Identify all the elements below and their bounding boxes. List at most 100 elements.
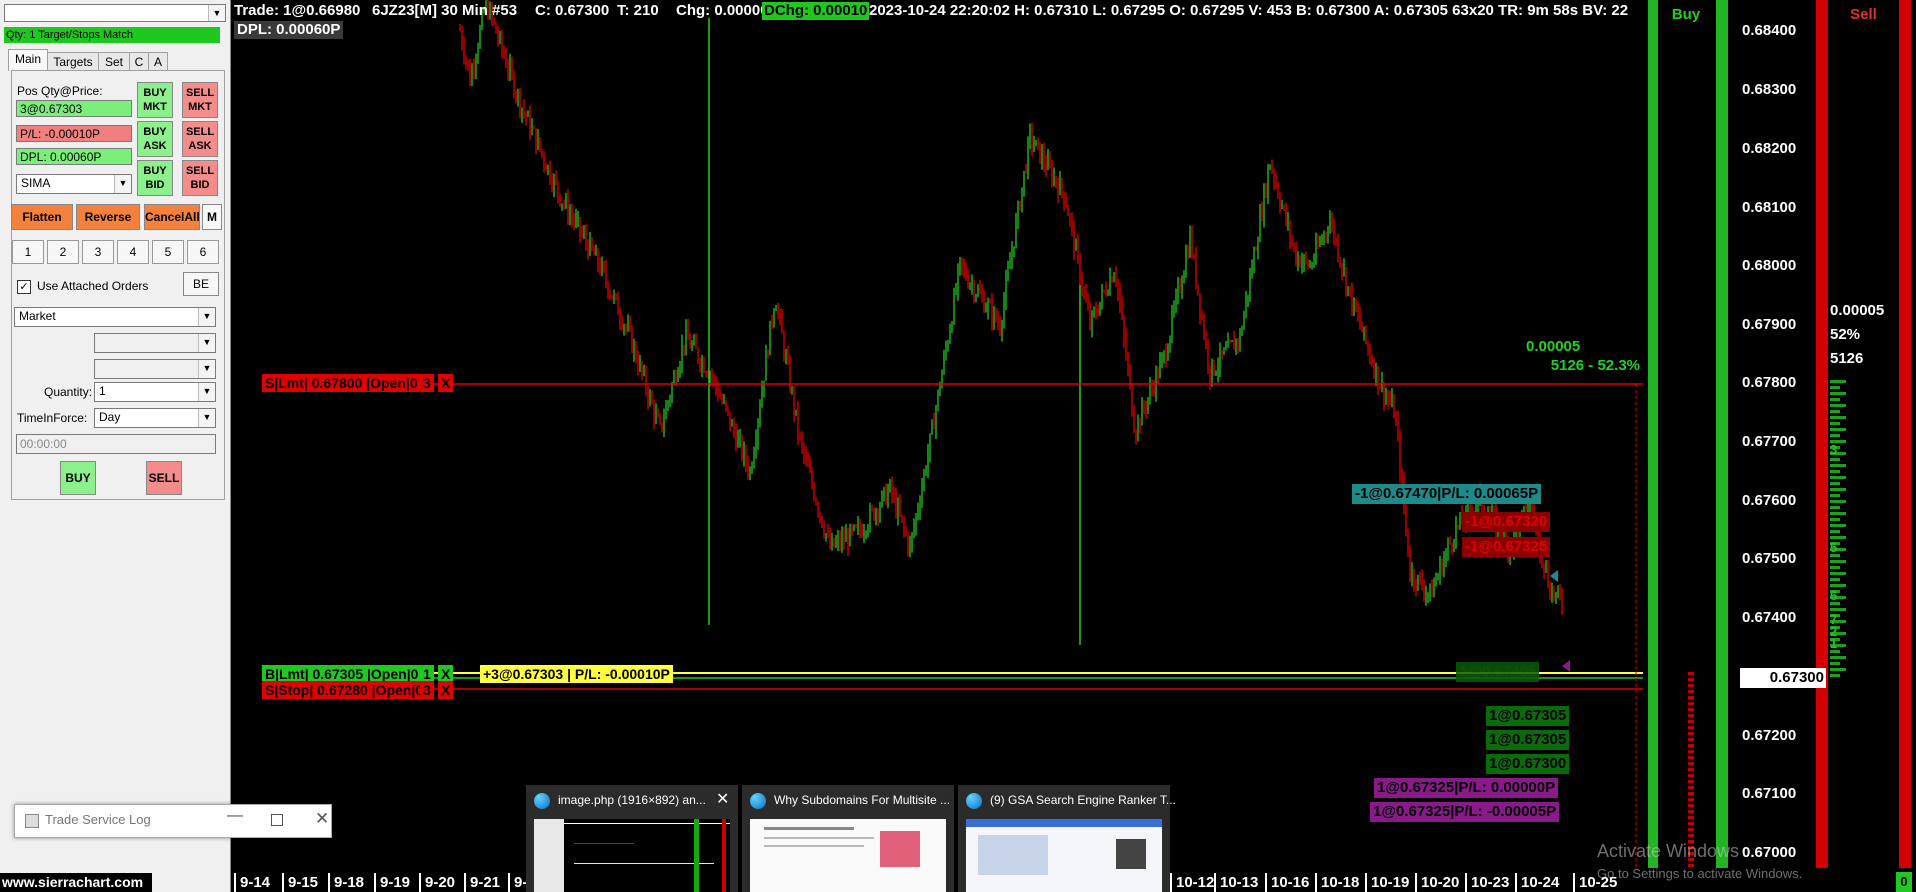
- dom-volume-tick: [1688, 786, 1694, 789]
- order-type-combo[interactable]: Market ▼: [14, 307, 216, 327]
- dom-volume-tick: [1830, 380, 1846, 383]
- x-tick: 10-13: [1214, 873, 1263, 892]
- qty-preset-5-button[interactable]: 5: [152, 240, 184, 264]
- reverse-button[interactable]: Reverse: [76, 204, 140, 230]
- tif-combo[interactable]: Day ▼: [94, 408, 216, 428]
- current-price-marker: 0.67300: [1740, 668, 1826, 688]
- sell-stop-cancel-button[interactable]: X: [438, 681, 454, 699]
- dom-volume-tick: [1830, 572, 1846, 575]
- dom-volume-tick: [1830, 416, 1846, 419]
- y-tick: 0.67500: [1742, 550, 1797, 567]
- buy-bid-button[interactable]: BUY BID: [137, 160, 173, 196]
- dom-percent-value: 52%: [1830, 326, 1861, 343]
- taskbar-preview-1[interactable]: image.php (1916×892) an... ✕: [526, 785, 738, 892]
- activate-windows-title: Activate Windows: [1597, 841, 1740, 861]
- fill-tag-red-1: -1@0.67320: [1462, 512, 1551, 532]
- dom-volume-digit: 3: [1830, 442, 1838, 457]
- buy-ask-button[interactable]: BUY ASK: [137, 121, 173, 157]
- account-combo[interactable]: SIMA ▼: [16, 174, 132, 194]
- m-button[interactable]: M: [202, 204, 222, 230]
- sell-market-button[interactable]: SELL MKT: [182, 82, 218, 118]
- header-symbol: 6JZ23[M] 30 Min #53: [372, 2, 518, 19]
- quantity-label: Quantity:: [44, 385, 93, 399]
- target-stops-status: Qty: 1 Target/Stops Match: [4, 27, 220, 43]
- fill-tag-green-3: 1@0.67300: [1486, 754, 1570, 774]
- taskbar-preview-3[interactable]: (9) GSA Search Engine Ranker T...: [958, 785, 1176, 892]
- x-tick: 10-12: [1170, 873, 1219, 892]
- edge-icon: [966, 793, 982, 809]
- fill-tag-green-1: 1@0.67305: [1486, 706, 1570, 726]
- dom-volume-tick: [1688, 834, 1694, 837]
- dom-volume-tick: [1830, 488, 1846, 491]
- tab-c[interactable]: C: [129, 52, 149, 71]
- tab-targets[interactable]: Targets: [47, 52, 99, 71]
- price-combo-2[interactable]: ▼: [94, 359, 216, 379]
- dom-volume-tick: [1688, 744, 1694, 747]
- dom-volume-tick: [1688, 708, 1694, 711]
- dom-volume-tick: [1830, 422, 1840, 425]
- qty-preset-2-button[interactable]: 2: [47, 240, 79, 264]
- tab-main[interactable]: Main: [8, 49, 48, 71]
- use-attached-orders-label: Use Attached Orders: [37, 279, 149, 293]
- price-chart[interactable]: Trade: 1@0.66980 6JZ23[M] 30 Min #53 C: …: [232, 0, 1643, 870]
- log-window-icon: [25, 814, 39, 828]
- quantity-combo[interactable]: 1 ▼: [94, 382, 216, 402]
- be-button[interactable]: BE: [183, 272, 219, 296]
- sell-limit-order-label[interactable]: S|Lmt| 0.67800 |Open|0: [262, 374, 421, 392]
- qty-preset-4-button[interactable]: 4: [117, 240, 149, 264]
- dom-volume-tick: [1688, 810, 1694, 813]
- cancel-all-button[interactable]: CancelAll: [144, 204, 200, 230]
- sell-ask-button[interactable]: SELL ASK: [182, 121, 218, 157]
- time-field[interactable]: 00:00:00: [16, 434, 216, 454]
- dom-volume-tick: [1688, 804, 1694, 807]
- dom-volume-tick: [1830, 392, 1846, 395]
- buy-column-edge: [1716, 0, 1728, 868]
- sell-limit-cancel-button[interactable]: X: [438, 374, 454, 392]
- sell-limit-qty[interactable]: 3: [420, 374, 434, 392]
- buy-market-button[interactable]: BUY MKT: [137, 82, 173, 118]
- tab-set[interactable]: Set: [98, 52, 130, 71]
- qty-preset-1-button[interactable]: 1: [12, 240, 44, 264]
- x-tick: 9-18: [328, 873, 369, 892]
- sell-stop-qty[interactable]: 3: [420, 681, 434, 699]
- sell-stop-order-label[interactable]: S|Stop| 0.67280 |Open|0: [262, 681, 427, 699]
- dom-volume-tick: [1688, 762, 1694, 765]
- pos-qty-label: Pos Qty@Price:: [17, 84, 103, 98]
- dom-volume-tick: [1830, 674, 1840, 677]
- taskbar-preview-2-title: Why Subdomains For Multisite ...: [774, 793, 951, 807]
- dom-volume-tick: [1688, 684, 1694, 687]
- chevron-down-icon: ▼: [198, 409, 215, 427]
- dom-volume-tick: [1830, 578, 1840, 581]
- sell-column-edge: [1816, 0, 1828, 868]
- symbol-combo[interactable]: ▼: [4, 4, 226, 22]
- qty-preset-3-button[interactable]: 3: [82, 240, 114, 264]
- dom-count-value: 5126: [1830, 350, 1864, 367]
- dom-volume-tick: [1688, 822, 1694, 825]
- flatten-button[interactable]: Flatten: [11, 204, 73, 230]
- y-tick: 0.67800: [1742, 374, 1797, 391]
- fill-tag-red-2: -1@0.67325: [1462, 537, 1551, 557]
- edge-icon: [750, 793, 766, 809]
- dom-volume-tick: [1688, 792, 1694, 795]
- chevron-down-icon: ▼: [198, 360, 215, 378]
- y-tick: 0.68300: [1742, 81, 1797, 98]
- dom-volume-tick: [1688, 720, 1694, 723]
- chevron-down-icon: ▼: [208, 5, 225, 21]
- qty-preset-6-button[interactable]: 6: [187, 240, 219, 264]
- sell-bid-button[interactable]: SELL BID: [182, 160, 218, 196]
- header-daily-change: DChg: 0.00010: [762, 2, 870, 20]
- taskbar-preview-2[interactable]: Why Subdomains For Multisite ...: [742, 785, 954, 892]
- pos-qty-value: 3@0.67303: [16, 100, 132, 117]
- y-tick: 0.68000: [1742, 257, 1797, 274]
- quantity-value: 1: [99, 384, 106, 398]
- sell-button[interactable]: SELL: [146, 461, 182, 495]
- close-icon[interactable]: ✕: [716, 789, 729, 809]
- taskbar-preview-2-thumbnail: [750, 819, 946, 892]
- use-attached-orders-checkbox[interactable]: ✓: [17, 280, 31, 294]
- buy-button[interactable]: BUY: [60, 461, 96, 495]
- dom-volume-tick: [1688, 828, 1694, 831]
- price-combo-1[interactable]: ▼: [94, 333, 216, 353]
- trade-window-panel: ▼ Qty: 1 Target/Stops Match Main Targets…: [0, 0, 332, 892]
- tab-a[interactable]: A: [148, 52, 168, 71]
- dom-volume-tick: [1830, 662, 1840, 665]
